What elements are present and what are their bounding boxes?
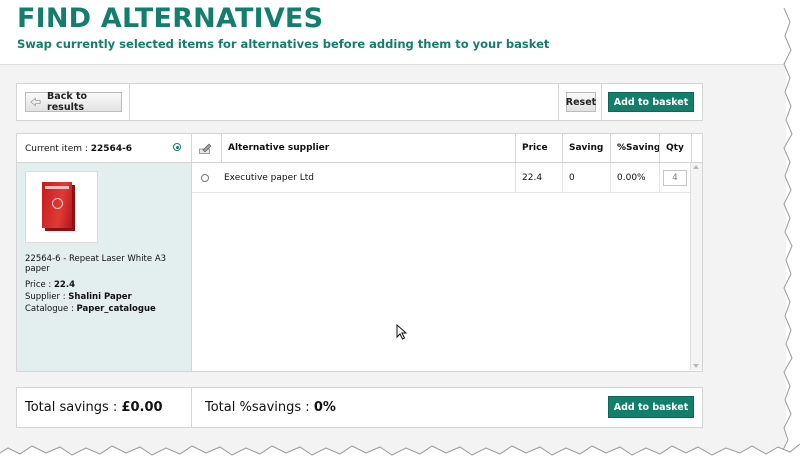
current-item-heading: Current item : 22564-6 bbox=[25, 144, 132, 154]
page-title: FIND ALTERNATIVES bbox=[17, 3, 324, 34]
page-subtitle: Swap currently selected items for altern… bbox=[17, 37, 550, 51]
scroll-up-icon[interactable] bbox=[693, 165, 699, 169]
torn-edge-right bbox=[782, 0, 800, 466]
back-to-results-button[interactable]: Back to results bbox=[25, 91, 122, 113]
catalogue-value: Paper_catalogue bbox=[76, 304, 156, 314]
row-qty-cell: 4 bbox=[659, 163, 691, 192]
paper-ream-image bbox=[42, 182, 72, 228]
catalogue-label: Catalogue : bbox=[25, 304, 74, 314]
row-pct-saving: 0.00% bbox=[610, 163, 659, 192]
edit-pencil-icon[interactable] bbox=[199, 143, 212, 154]
total-savings-value: £0.00 bbox=[121, 400, 163, 415]
radio-selected-icon[interactable] bbox=[173, 143, 181, 151]
torn-edge-bottom bbox=[0, 444, 800, 466]
page-header: FIND ALTERNATIVES Swap currently selecte… bbox=[0, 0, 786, 65]
grid-header-select bbox=[192, 134, 221, 162]
column-header-pct-saving[interactable]: %Saving bbox=[610, 134, 660, 162]
supplier-label: Supplier : bbox=[25, 292, 66, 302]
row-select-cell bbox=[192, 163, 221, 192]
add-to-basket-button-top[interactable]: Add to basket bbox=[608, 92, 694, 112]
column-header-spacer bbox=[691, 134, 702, 162]
toolbar: Back to results Reset Add to basket bbox=[16, 83, 703, 121]
back-to-results-label: Back to results bbox=[47, 91, 88, 113]
mouse-pointer-icon bbox=[396, 324, 408, 340]
current-item-header: Current item : 22564-6 bbox=[17, 134, 191, 163]
current-item-price: Price : 22.4 bbox=[25, 280, 75, 290]
window: FIND ALTERNATIVES Swap currently selecte… bbox=[0, 0, 786, 453]
qty-input[interactable]: 4 bbox=[663, 169, 687, 186]
column-header-saving[interactable]: Saving bbox=[562, 134, 610, 162]
current-item-supplier: Supplier : Shalini Paper bbox=[25, 292, 132, 302]
table-row[interactable]: Executive paper Ltd 22.4 0 0.00% 4 bbox=[192, 163, 691, 193]
price-value: 22.4 bbox=[54, 280, 75, 290]
total-pct-label: Total %savings : bbox=[205, 400, 310, 415]
column-header-price[interactable]: Price bbox=[515, 134, 562, 162]
current-item-panel: Current item : 22564-6 22564-6 - Repeat … bbox=[17, 134, 192, 371]
current-item-label: Current item : bbox=[25, 144, 88, 154]
price-label: Price : bbox=[25, 280, 52, 290]
row-price: 22.4 bbox=[515, 163, 562, 192]
product-image bbox=[25, 171, 98, 243]
current-item-name: 22564-6 - Repeat Laser White A3 paper bbox=[25, 254, 167, 274]
total-pct-value: 0% bbox=[313, 400, 336, 415]
current-item-catalogue: Catalogue : Paper_catalogue bbox=[25, 304, 156, 314]
grid-header: Alternative supplier Price Saving %Savin… bbox=[192, 134, 702, 163]
supplier-value: Shalini Paper bbox=[68, 292, 132, 302]
total-pct-savings: Total %savings : 0% bbox=[205, 400, 336, 415]
back-arrow-icon bbox=[30, 97, 41, 107]
column-header-supplier[interactable]: Alternative supplier bbox=[221, 134, 515, 162]
current-item-code: 22564-6 bbox=[90, 144, 133, 154]
toolbar-divider bbox=[558, 84, 559, 120]
toolbar-divider bbox=[601, 84, 602, 120]
toolbar-divider bbox=[129, 84, 130, 120]
grid-scrollbar[interactable] bbox=[690, 163, 702, 370]
row-saving: 0 bbox=[562, 163, 610, 192]
total-savings: Total savings : £0.00 bbox=[25, 400, 163, 415]
add-to-basket-button-bottom[interactable]: Add to basket bbox=[608, 396, 694, 418]
radio-unselected-icon[interactable] bbox=[201, 173, 209, 182]
total-savings-label: Total savings : bbox=[25, 400, 118, 415]
column-header-qty[interactable]: Qty bbox=[659, 134, 691, 162]
row-supplier: Executive paper Ltd bbox=[224, 172, 314, 183]
reset-button[interactable]: Reset bbox=[566, 92, 596, 112]
alternatives-panel: Current item : 22564-6 22564-6 - Repeat … bbox=[16, 133, 703, 372]
footer-divider bbox=[191, 388, 192, 427]
scroll-down-icon[interactable] bbox=[693, 364, 699, 368]
footer-bar: Total savings : £0.00 Total %savings : 0… bbox=[16, 387, 703, 428]
